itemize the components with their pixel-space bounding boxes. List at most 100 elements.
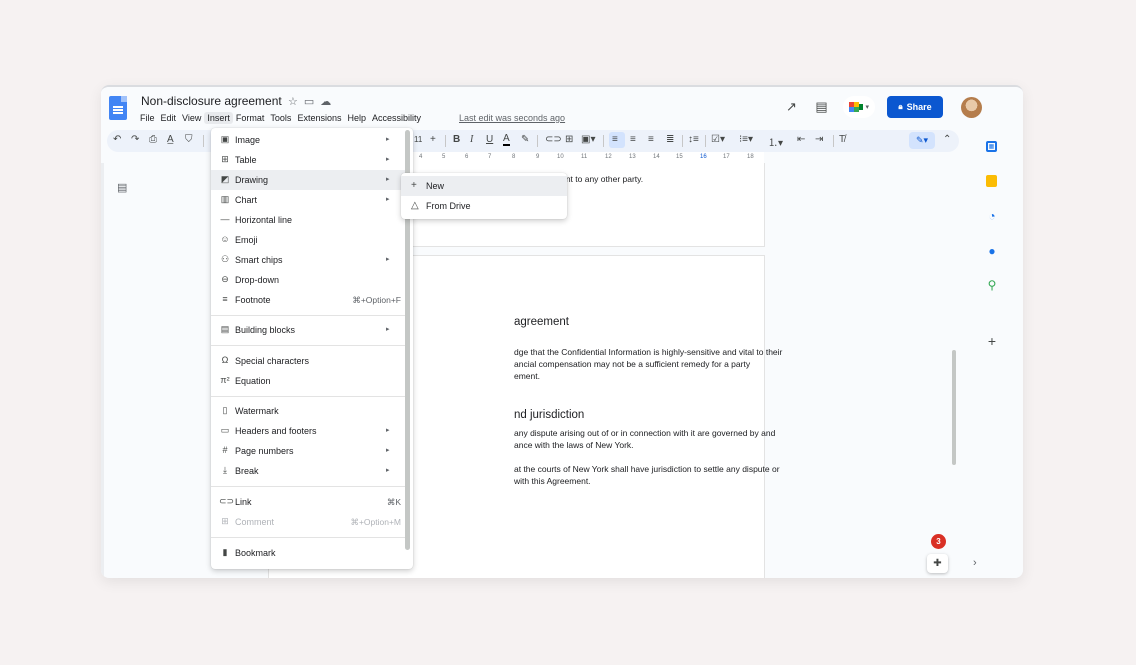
menu-item-table[interactable]: ⊞ Table ▸ — [211, 150, 405, 170]
highlight-icon[interactable]: ✎ — [521, 134, 529, 145]
tasks-icon[interactable]: ◔ — [986, 210, 998, 222]
menu-item-footnote[interactable]: ≡ Footnote ⌘+Option+F — [211, 290, 405, 310]
menu-accessibility[interactable]: Accessibility — [369, 112, 424, 124]
decrease-indent-icon[interactable]: ⇤ — [797, 134, 805, 145]
bold-icon[interactable]: B — [453, 134, 460, 145]
menu-item-page-numbers[interactable]: # Page numbers ▸ — [211, 441, 405, 461]
plus-icon: + — [411, 180, 417, 191]
menu-format[interactable]: Format — [233, 112, 268, 124]
menu-tools[interactable]: Tools — [267, 112, 294, 124]
menu-item-emoji[interactable]: ☺ Emoji — [211, 230, 405, 250]
align-center-icon[interactable]: ≡ — [630, 134, 636, 145]
menu-help[interactable]: Help — [344, 112, 369, 124]
ruler-mark: 8 — [512, 154, 516, 160]
meet-button[interactable]: ▾ — [843, 96, 875, 118]
omega-icon: Ω — [221, 355, 229, 365]
comment-icon[interactable]: ⊞ — [565, 134, 573, 145]
hash-icon: # — [222, 445, 228, 455]
menu-item-break[interactable]: ⤓ Break ▸ — [211, 461, 405, 481]
menu-view[interactable]: View — [179, 112, 204, 124]
ruler[interactable]: 4 5 6 7 8 9 10 11 12 13 14 15 16 17 18 — [408, 152, 764, 163]
share-button[interactable]: 🔒︎ Share — [887, 96, 943, 118]
numbered-list-icon[interactable]: ⒈▾ — [768, 134, 783, 149]
align-left-icon[interactable]: ≡ — [612, 134, 618, 145]
underline-icon[interactable]: U — [486, 134, 493, 145]
menu-item-chart[interactable]: ▥ Chart ▸ — [211, 190, 405, 210]
italic-icon[interactable]: I — [470, 134, 473, 145]
add-icon[interactable]: + — [986, 334, 998, 348]
menu-item-special-characters[interactable]: Ω Special characters — [211, 351, 405, 371]
contacts-icon[interactable]: ● — [986, 245, 998, 257]
shortcut-text: ⌘+Option+F — [352, 295, 401, 305]
break-icon: ⤓ — [223, 465, 227, 475]
menu-item-watermark[interactable]: ▯ Watermark — [211, 401, 405, 421]
clear-formatting-icon[interactable]: T̸ — [839, 134, 845, 145]
maps-icon[interactable]: ⚲ — [986, 279, 998, 291]
menu-divider — [211, 537, 405, 538]
menu-item-smart-chips[interactable]: ⚇ Smart chips ▸ — [211, 250, 405, 270]
menu-item-drawing[interactable]: ◩ Drawing ▸ — [211, 170, 405, 190]
dropdown-icon: ⊖ — [221, 274, 229, 284]
menu-item-bookmark[interactable]: ▮ Bookmark — [211, 543, 405, 563]
text-color-icon[interactable]: A — [503, 134, 510, 146]
section-heading: agreement — [514, 316, 569, 328]
menu-extensions[interactable]: Extensions — [294, 112, 344, 124]
link-icon[interactable]: ⊂⊃ — [545, 134, 562, 145]
last-edit-link[interactable]: Last edit was seconds ago — [459, 113, 565, 123]
print-icon[interactable]: ⎙ — [149, 134, 157, 145]
spellcheck-icon[interactable]: A̲ — [167, 134, 174, 145]
shortcut-text: ⌘+Option+M — [350, 517, 401, 527]
document-outline-icon[interactable]: ▤ — [117, 181, 127, 194]
avatar[interactable] — [961, 97, 982, 118]
menu-file[interactable]: File — [137, 112, 158, 124]
cloud-status-icon[interactable]: ☁ — [320, 95, 331, 108]
image-icon[interactable]: ▣▾ — [581, 134, 595, 145]
explore-icon[interactable]: ✚ — [927, 554, 948, 573]
justify-icon[interactable]: ≣ — [666, 134, 674, 145]
redo-icon[interactable]: ↷ — [131, 134, 139, 145]
undo-icon[interactable]: ↶ — [113, 134, 121, 145]
menu-edit[interactable]: Edit — [158, 112, 180, 124]
menu-item-equation[interactable]: π² Equation — [211, 371, 405, 391]
docs-logo-icon[interactable] — [109, 96, 127, 120]
submenu-item-from-drive[interactable]: △ From Drive — [401, 196, 567, 216]
meet-camera-icon — [849, 102, 864, 112]
chevron-right-icon[interactable]: › — [973, 557, 977, 569]
menu-divider — [211, 396, 405, 397]
share-label: Share — [906, 102, 932, 112]
doc-line: with this Agreement. — [514, 476, 591, 486]
keep-icon[interactable] — [986, 175, 997, 187]
checklist-icon[interactable]: ☑▾ — [711, 134, 725, 145]
menu-item-building-blocks[interactable]: ▤ Building blocks ▸ — [211, 320, 405, 340]
menu-item-image[interactable]: ▣ Image ▸ — [211, 130, 405, 150]
menu-item-horizontal-line[interactable]: — Horizontal line — [211, 210, 405, 230]
comments-icon[interactable]: ▤ — [813, 99, 829, 115]
activity-trend-icon[interactable]: ↗ — [783, 99, 799, 115]
menu-item-dropdown[interactable]: ⊖ Drop-down — [211, 270, 405, 290]
drawing-icon: ◩ — [220, 174, 230, 184]
horizontal-line-icon: — — [220, 214, 230, 224]
increase-indent-icon[interactable]: ⇥ — [815, 134, 823, 145]
bulleted-list-icon[interactable]: ⁝≡▾ — [739, 134, 753, 145]
collapse-icon[interactable]: ⌃ — [943, 134, 951, 145]
submenu-item-new[interactable]: + New — [401, 176, 567, 196]
equation-icon: π² — [220, 375, 230, 385]
move-folder-icon[interactable]: ▭ — [304, 95, 314, 108]
paint-format-icon[interactable]: ⛉ — [185, 134, 193, 145]
document-scrollbar[interactable] — [952, 350, 956, 465]
font-size-value[interactable]: 11 — [414, 135, 422, 144]
align-right-icon[interactable]: ≡ — [648, 134, 654, 145]
increase-font-icon[interactable]: + — [430, 134, 436, 145]
document-title[interactable]: Non-disclosure agreement — [141, 94, 282, 108]
star-icon[interactable]: ☆ — [288, 95, 298, 108]
calendar-icon[interactable]: ▦ — [986, 141, 997, 152]
editing-mode-icon[interactable]: ✎▾ — [909, 132, 935, 149]
menu-insert[interactable]: Insert — [204, 112, 233, 124]
line-spacing-icon[interactable]: ↕≡ — [688, 134, 699, 145]
notification-badge[interactable]: 3 — [931, 534, 946, 549]
header-actions: ↗ ▤ ▾ 🔒︎ Share — [783, 96, 983, 118]
submenu-arrow-icon: ▸ — [386, 427, 390, 434]
menu-item-headers-footers[interactable]: ▭ Headers and footers ▸ — [211, 421, 405, 441]
ruler-mark: 16 — [700, 154, 707, 160]
menu-item-link[interactable]: ⊂⊃ Link ⌘K — [211, 492, 405, 512]
